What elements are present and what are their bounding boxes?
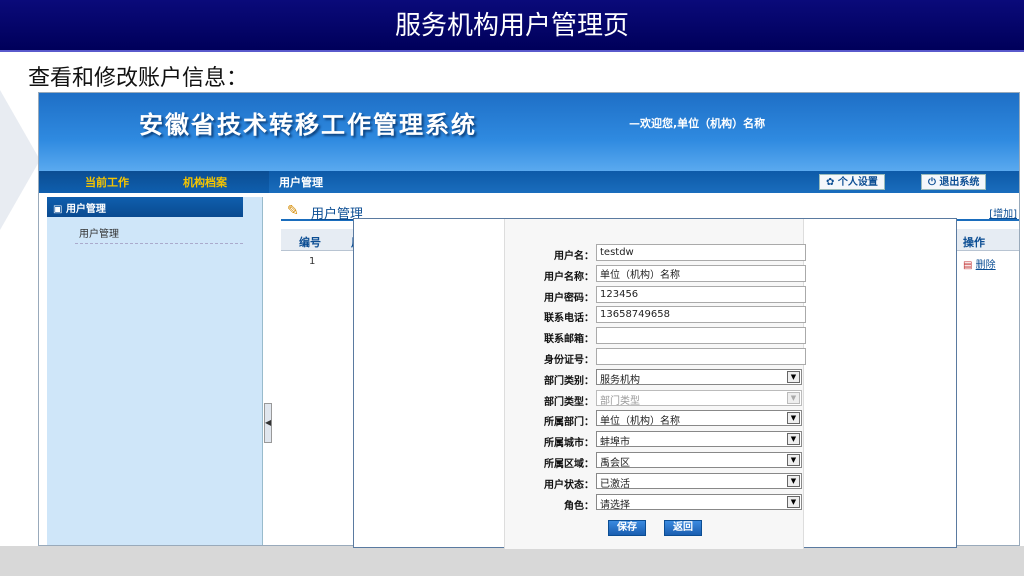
phone-field[interactable] — [596, 306, 806, 324]
chevron-down-icon: ▼ — [787, 454, 800, 466]
dept-selected-value: 单位（机构）名称 — [600, 416, 680, 428]
add-link[interactable]: [增加] — [989, 205, 1017, 220]
sidebar-divider — [75, 243, 243, 244]
logout-button[interactable]: ⏻ 退出系统 — [921, 174, 987, 190]
slide-bottom-band — [0, 546, 1024, 576]
id-number-field[interactable] — [596, 348, 806, 365]
form-row-email: 联系邮箱： — [354, 326, 958, 346]
dept-category-select[interactable]: 服务机构 ▼ — [596, 368, 802, 386]
district-label: 所属区域： — [544, 459, 594, 470]
form-row-dept-type: 部门类型： 部门类型 ▼ — [354, 389, 958, 409]
dept-category-label: 部门类别： — [544, 375, 594, 387]
slide-title: 服务机构用户管理页 — [0, 0, 1024, 52]
role-label: 角色： — [564, 500, 594, 512]
form-row-username: 用户名： — [354, 243, 958, 263]
edit-user-dialog: 用户名：用户名称：用户密码：联系电话：联系邮箱：身份证号：部门类别：服务机构▼部… — [353, 218, 958, 549]
dept-type-label: 部门类型： — [544, 396, 594, 408]
nav-left-section — [39, 171, 269, 193]
form-row-phone: 联系电话： — [354, 305, 958, 325]
edit-icon[interactable]: ▤ — [963, 260, 972, 271]
form-row-dept-category: 部门类别： 服务机构 ▼ — [354, 368, 958, 388]
dept-category-selected-value: 服务机构 — [600, 374, 640, 386]
id-number-label: 身份证号： — [544, 355, 594, 366]
form-row-role: 角色： 请选择 ▼ — [354, 493, 958, 513]
status-selected-value: 已激活 — [600, 478, 630, 490]
dept-label: 所属部门： — [544, 417, 594, 429]
sidebar-header[interactable]: ▣ 用户管理 — [47, 197, 243, 217]
phone-label: 联系电话： — [544, 313, 594, 325]
gear-icon: ✿ — [826, 177, 838, 188]
form-row-status: 用户状态： 已激活 ▼ — [354, 472, 958, 492]
user-display-name-label: 用户名称： — [544, 271, 594, 283]
role-selected-value: 请选择 — [600, 499, 630, 511]
navbar: 当前工作 机构档案 用户管理 ✿ 个人设置 ⏻ 退出系统 — [39, 171, 1019, 193]
nav-institution-archive[interactable]: 机构档案 — [183, 174, 227, 190]
chevron-down-icon: ▼ — [787, 495, 800, 508]
welcome-text: —欢迎您,单位（机构）名称 — [629, 117, 766, 130]
nav-current-work[interactable]: 当前工作 — [85, 174, 129, 190]
cell-id: 1 — [309, 256, 316, 267]
cell-actions: ▤ 删除 — [963, 256, 996, 271]
form-row-dept: 所属部门： 单位（机构）名称 ▼ — [354, 409, 958, 429]
form-row-id-number: 身份证号： — [354, 347, 958, 367]
personal-settings-button[interactable]: ✿ 个人设置 — [819, 174, 885, 190]
slide-subtitle: 查看和修改账户信息： — [28, 66, 249, 91]
city-select[interactable]: 蚌埠市 ▼ — [596, 431, 802, 449]
city-label: 所属城市： — [544, 438, 594, 450]
expand-icon: ▣ — [53, 204, 66, 215]
dept-type-selected-value: 部门类型 — [600, 395, 640, 407]
chevron-down-icon: ▼ — [787, 370, 800, 383]
password-label: 用户密码： — [544, 292, 594, 304]
form-row-district: 所属区域： 禹会区 ▼ — [354, 451, 958, 471]
form-row-city: 所属城市： 蚌埠市 ▼ — [354, 430, 958, 450]
back-button[interactable]: 返回 — [664, 520, 702, 536]
delete-link[interactable]: 删除 — [976, 260, 996, 271]
chevron-down-icon: ▼ — [787, 474, 800, 487]
password-field[interactable] — [596, 285, 806, 303]
decorative-chevron — [0, 90, 40, 230]
district-selected-value: 禹会区 — [600, 458, 630, 469]
email-field[interactable] — [596, 327, 806, 345]
email-label: 联系邮箱： — [544, 334, 594, 346]
role-select[interactable]: 请选择 ▼ — [596, 493, 802, 511]
dept-type-select: 部门类型 ▼ — [596, 389, 802, 407]
dept-select[interactable]: 单位（机构）名称 ▼ — [596, 410, 802, 428]
chevron-down-icon: ▼ — [787, 412, 800, 425]
status-label: 用户状态： — [544, 479, 594, 491]
status-select[interactable]: 已激活 ▼ — [596, 472, 802, 490]
district-select[interactable]: 禹会区 ▼ — [596, 452, 802, 469]
users-icon: ✎ — [287, 203, 299, 219]
nav-user-management[interactable]: 用户管理 — [279, 174, 323, 190]
column-header-id: 编号 — [299, 236, 321, 249]
column-header-actions: 操作 — [963, 236, 985, 249]
city-selected-value: 蚌埠市 — [600, 437, 630, 449]
form-row-user-display-name: 用户名称： — [354, 264, 958, 284]
form-row-password: 用户密码： — [354, 285, 958, 305]
chevron-down-icon: ▼ — [787, 391, 800, 404]
user-display-name-field[interactable] — [596, 264, 806, 282]
sidebar — [47, 197, 263, 545]
app-header: 安徽省技术转移工作管理系统 —欢迎您,单位（机构）名称 — [39, 93, 1019, 171]
sidebar-collapse-handle[interactable]: ◀ — [264, 403, 272, 443]
power-icon: ⏻ — [928, 177, 940, 188]
username-label: 用户名： — [554, 251, 594, 262]
app-title: 安徽省技术转移工作管理系统 — [139, 111, 477, 139]
sidebar-item-user-management[interactable]: 用户管理 — [79, 225, 119, 240]
username-field[interactable] — [596, 244, 806, 261]
chevron-down-icon: ▼ — [787, 433, 800, 446]
save-button[interactable]: 保存 — [608, 520, 646, 536]
